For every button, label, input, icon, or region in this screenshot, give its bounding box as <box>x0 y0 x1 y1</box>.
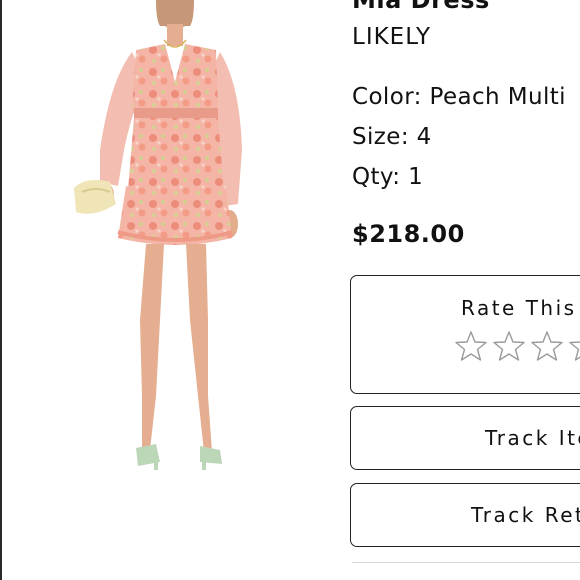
track-return-label: Track Return <box>471 503 580 527</box>
product-size: Size: 4 <box>352 124 432 150</box>
product-color: Color: Peach Multi <box>352 84 566 110</box>
star-outline-icon[interactable] <box>455 330 487 362</box>
track-item-label: Track Item <box>485 426 580 450</box>
product-quantity: Qty: 1 <box>352 164 424 190</box>
star-outline-icon[interactable] <box>493 330 525 362</box>
track-item-button[interactable]: Track Item <box>350 406 580 470</box>
track-return-button[interactable]: Track Return <box>350 483 580 547</box>
order-item-detail-page: Mia Dress LIKELY Color: Peach Multi Size… <box>0 0 580 580</box>
star-outline-icon[interactable] <box>569 330 580 362</box>
rate-item-card: Rate This <box>350 275 580 394</box>
product-title: Mia Dress <box>352 0 490 14</box>
product-image[interactable] <box>60 0 290 480</box>
star-outline-icon[interactable] <box>531 330 563 362</box>
product-price: $218.00 <box>352 220 465 248</box>
product-brand: LIKELY <box>352 24 432 50</box>
left-panel-edge <box>0 0 2 580</box>
rate-item-label: Rate This <box>461 296 577 320</box>
section-divider <box>352 562 580 563</box>
rating-stars <box>455 330 580 362</box>
